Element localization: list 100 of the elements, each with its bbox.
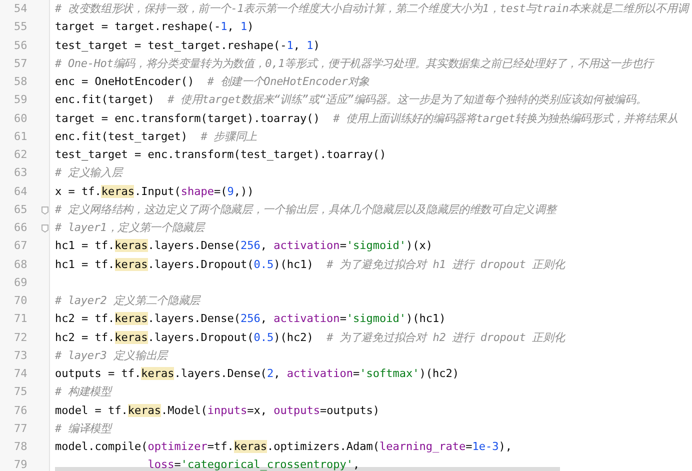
code-text: =outputs) — [320, 404, 380, 416]
number-literal: 1 — [220, 20, 228, 34]
code-text: .layers.Dense( — [148, 239, 240, 252]
search-match: keras — [234, 440, 267, 453]
search-match: keras — [101, 184, 134, 198]
code-comment: # 定义网络结构，这边定义了两个隐藏层，一个输出层，具体几个隐藏层以及隐藏层的维数可自定义调整 — [55, 202, 556, 216]
line-number: 65 — [14, 202, 28, 216]
code-comment: # 为了避免过拟合对 h1 进行 dropout 正则化 — [326, 258, 565, 270]
number-literal: 2 — [266, 367, 274, 380]
line-number: 55 — [14, 20, 28, 34]
code-text: = — [174, 458, 181, 471]
code-text: .layers.Dropout( — [148, 258, 254, 270]
number-literal: 1 — [306, 38, 314, 52]
code-text: =x, — [247, 404, 268, 416]
keyword-argument: activation — [274, 239, 340, 252]
code-text: )(hc1) — [406, 312, 446, 326]
line-number: 61 — [14, 130, 28, 143]
line-number: 64 — [14, 184, 28, 198]
code-comment: # layer1，定义第一个隐藏层 — [55, 221, 204, 234]
number-literal: 1e-3 — [472, 440, 499, 453]
line-number: 67 — [14, 239, 28, 252]
number-literal: 0.5 — [254, 330, 274, 344]
code-text: , — [274, 367, 282, 380]
string-literal: 'sigmoid' — [346, 312, 406, 326]
code-text: hc2 = tf. — [55, 312, 115, 326]
code-text: .layers.Dropout( — [148, 330, 254, 344]
code-comment: # 创建一个OneHotEncoder对象 — [207, 75, 370, 88]
line-number: 77 — [14, 422, 28, 435]
keyword-argument: optimizer — [148, 440, 208, 453]
code-comment: # layer3 定义输出层 — [55, 348, 168, 362]
code-text: = — [340, 312, 346, 326]
code-text: , — [227, 20, 235, 34]
code-text: enc = OneHotEncoder() — [55, 75, 196, 88]
code-text: =( — [214, 184, 228, 198]
keyword-argument: loss — [148, 458, 174, 471]
line-number: 58 — [14, 75, 28, 88]
code-text: ) — [247, 20, 254, 34]
line-number: 69 — [14, 276, 28, 289]
code-text: , — [293, 38, 302, 52]
code-text: )(x) — [406, 239, 433, 252]
line-number: 56 — [14, 38, 28, 52]
line-number: 74 — [14, 367, 28, 380]
code-text: hc1 = tf. — [55, 258, 115, 270]
search-match: keras — [128, 404, 161, 416]
code-text: = — [340, 239, 346, 252]
code-text: hc2 = tf. — [55, 330, 115, 344]
code-text: , — [260, 312, 268, 326]
code-comment: # layer2 定义第二个隐藏层 — [55, 294, 200, 307]
code-text: = — [353, 367, 360, 380]
fold-marker-icon[interactable] — [41, 206, 49, 215]
code-text: model.compile( — [55, 440, 148, 453]
code-text: .Input( — [134, 184, 181, 198]
code-text: target = enc.transform(target).toarray() — [55, 112, 321, 124]
code-text: test_target = enc.transform(test_target).toarray() — [55, 148, 386, 161]
code-text: )(hc2) — [419, 367, 460, 380]
code-comment: # 改变数组形状，保持一致，前一个-1表示第一个维度大小自动计算，第二个维度大小为1，test与train本来就是二维所以不用调 — [55, 2, 688, 15]
code-text: = — [466, 440, 472, 453]
search-match: keras — [114, 330, 148, 344]
fold-marker-icon[interactable] — [41, 224, 49, 233]
line-number: 79 — [14, 458, 28, 471]
line-number: 70 — [14, 294, 28, 307]
line-number: 60 — [14, 112, 28, 124]
code-text: )(hc2) — [274, 330, 314, 344]
keyword-argument: learning_rate — [380, 440, 466, 453]
line-number: 62 — [14, 148, 28, 161]
code-text: hc1 = tf. — [55, 239, 115, 252]
code-text: .optimizers.Adam( — [266, 440, 380, 453]
number-literal: 1 — [240, 20, 248, 34]
code-text: test_target = test_target.reshape(- — [55, 38, 287, 52]
code-comment: # 为了避免过拟合对 h2 进行 dropout 正则化 — [326, 330, 565, 344]
code-text: enc.fit(target) — [55, 93, 156, 106]
number-literal: 1 — [286, 38, 294, 52]
code-text: .Model( — [160, 404, 208, 416]
code-comment: # 使用上面训练好的编码器将target转换为独热编码形式，并将结果从 — [333, 112, 678, 124]
code-text: ) — [313, 38, 320, 52]
string-literal: 'softmax' — [360, 367, 420, 380]
keyword-argument: inputs — [207, 404, 248, 416]
string-literal: 'categorical_crossentropy' — [180, 458, 354, 471]
string-literal: 'sigmoid' — [346, 239, 406, 252]
search-match: keras — [114, 312, 148, 326]
line-number: 78 — [14, 440, 28, 453]
code-comment: # One-Hot编码，将分类变量转为为数值，0,1等形式，便于机器学习处理。其实数据集之前已经处理好了，不用这一步也行 — [55, 56, 654, 70]
line-number: 73 — [14, 348, 28, 362]
line-number: 59 — [14, 93, 28, 106]
line-number: 54 — [14, 2, 28, 15]
number-literal: 256 — [240, 312, 260, 326]
number-literal: 0.5 — [254, 258, 274, 270]
code-text: )(hc1) — [274, 258, 314, 270]
code-comment: # 编译模型 — [55, 422, 112, 435]
line-number: 72 — [14, 330, 28, 344]
search-match: keras — [114, 258, 148, 270]
line-number: 75 — [14, 385, 28, 398]
code-text: .layers.Dense( — [148, 312, 240, 326]
code-text: , — [353, 458, 360, 471]
code-comment: # 构建模型 — [55, 385, 112, 398]
code-text: outputs = tf. — [55, 367, 142, 380]
code-text: x = tf. — [55, 184, 102, 198]
keyword-argument: activation — [286, 367, 354, 380]
keyword-argument: outputs — [274, 404, 320, 416]
number-literal: 9 — [227, 184, 234, 198]
